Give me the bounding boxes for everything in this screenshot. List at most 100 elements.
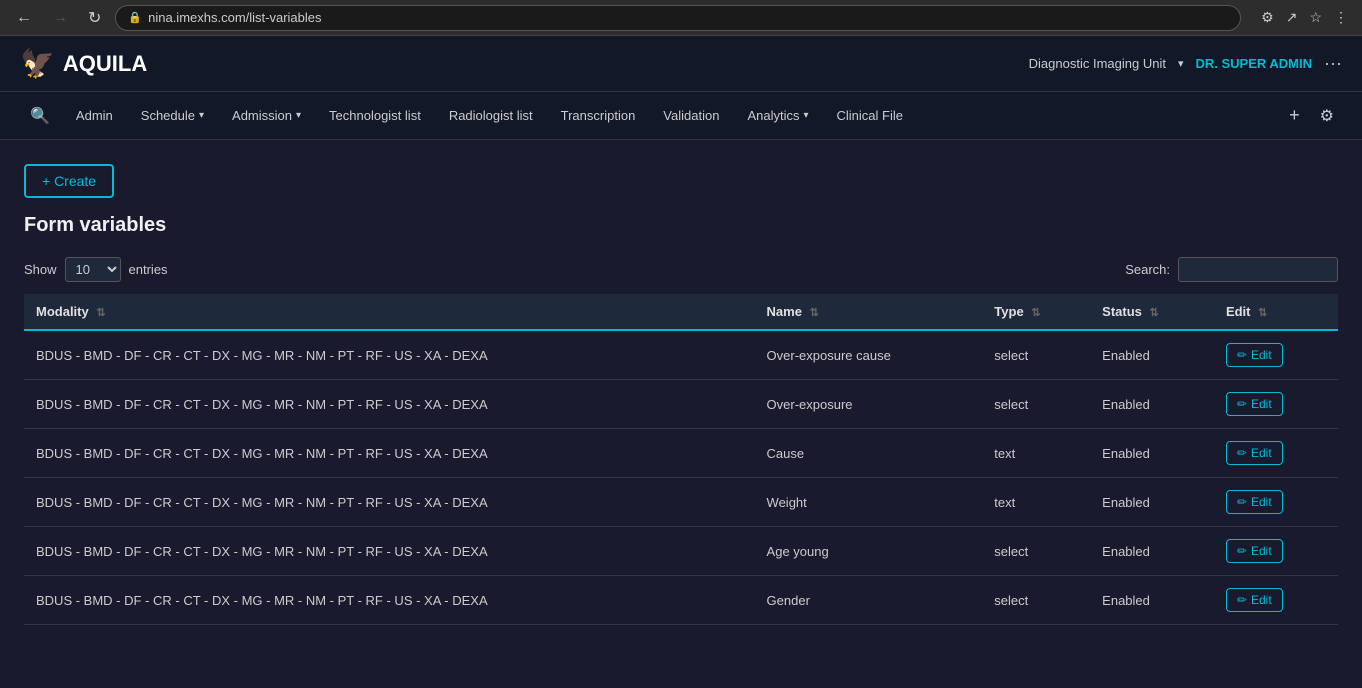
edit-button[interactable]: ✏ Edit xyxy=(1226,490,1283,514)
cell-name: Over-exposure cause xyxy=(755,330,983,380)
logo-icon: 🦅 xyxy=(20,47,55,80)
data-table: Modality ⇅ Name ⇅ Type ⇅ Status ⇅ Edit xyxy=(24,294,1338,625)
cell-type: select xyxy=(982,527,1090,576)
table-row: BDUS - BMD - DF - CR - CT - DX - MG - MR… xyxy=(24,478,1338,527)
cell-name: Over-exposure xyxy=(755,380,983,429)
cell-status: Enabled xyxy=(1090,380,1214,429)
cell-modality: BDUS - BMD - DF - CR - CT - DX - MG - MR… xyxy=(24,478,755,527)
forward-button[interactable]: → xyxy=(46,5,74,31)
url-text: nina.imexhs.com/list-variables xyxy=(148,10,321,25)
nav-item-schedule[interactable]: Schedule ▾ xyxy=(129,92,216,140)
edit-pencil-icon: ✏ xyxy=(1237,593,1247,607)
cell-type: text xyxy=(982,478,1090,527)
cell-name: Weight xyxy=(755,478,983,527)
user-name: DR. SUPER ADMIN xyxy=(1195,56,1312,71)
col-status[interactable]: Status ⇅ xyxy=(1090,294,1214,330)
lock-icon: 🔒 xyxy=(128,11,142,24)
user-menu-button[interactable]: ··· xyxy=(1324,53,1342,74)
cell-status: Enabled xyxy=(1090,429,1214,478)
edit-button[interactable]: ✏ Edit xyxy=(1226,392,1283,416)
name-sort-icon: ⇅ xyxy=(810,307,819,319)
table-row: BDUS - BMD - DF - CR - CT - DX - MG - MR… xyxy=(24,330,1338,380)
cell-status: Enabled xyxy=(1090,478,1214,527)
search-control: Search: xyxy=(1125,257,1338,282)
cell-status: Enabled xyxy=(1090,527,1214,576)
cell-name: Cause xyxy=(755,429,983,478)
table-row: BDUS - BMD - DF - CR - CT - DX - MG - MR… xyxy=(24,429,1338,478)
edit-pencil-icon: ✏ xyxy=(1237,544,1247,558)
browser-actions: ⚙ ↗ ☆ ⋮ xyxy=(1257,5,1352,30)
bookmark-button[interactable]: ☆ xyxy=(1305,5,1326,30)
cell-name: Gender xyxy=(755,576,983,625)
entries-select[interactable]: 10 25 50 100 xyxy=(65,257,121,282)
cell-modality: BDUS - BMD - DF - CR - CT - DX - MG - MR… xyxy=(24,429,755,478)
modality-sort-icon: ⇅ xyxy=(96,307,105,319)
cell-modality: BDUS - BMD - DF - CR - CT - DX - MG - MR… xyxy=(24,380,755,429)
logo: 🦅 AQUILA xyxy=(20,47,147,80)
logo-text: AQUILA xyxy=(63,51,147,77)
cell-status: Enabled xyxy=(1090,330,1214,380)
nav-item-technologist-list[interactable]: Technologist list xyxy=(317,92,433,140)
more-button[interactable]: ⋮ xyxy=(1330,5,1352,30)
show-entries-control: Show 10 25 50 100 entries xyxy=(24,257,168,282)
admission-caret-icon: ▾ xyxy=(296,110,301,121)
nav-item-clinical-file[interactable]: Clinical File xyxy=(825,92,915,140)
analytics-caret-icon: ▾ xyxy=(803,110,808,121)
edit-pencil-icon: ✏ xyxy=(1237,446,1247,460)
nav-search-icon[interactable]: 🔍 xyxy=(20,106,60,126)
table-row: BDUS - BMD - DF - CR - CT - DX - MG - MR… xyxy=(24,576,1338,625)
type-sort-icon: ⇅ xyxy=(1031,307,1040,319)
edit-pencil-icon: ✏ xyxy=(1237,397,1247,411)
search-input[interactable] xyxy=(1178,257,1338,282)
edit-pencil-icon: ✏ xyxy=(1237,495,1247,509)
edit-pencil-icon: ✏ xyxy=(1237,348,1247,362)
address-bar[interactable]: 🔒 nina.imexhs.com/list-variables xyxy=(115,5,1241,31)
create-button[interactable]: + Create xyxy=(24,164,114,198)
nav-item-admin[interactable]: Admin xyxy=(64,92,125,140)
cell-edit: ✏ Edit xyxy=(1214,429,1338,478)
cell-modality: BDUS - BMD - DF - CR - CT - DX - MG - MR… xyxy=(24,576,755,625)
cell-edit: ✏ Edit xyxy=(1214,330,1338,380)
extensions-button[interactable]: ⚙ xyxy=(1257,5,1278,30)
nav-item-analytics[interactable]: Analytics ▾ xyxy=(735,92,820,140)
cell-edit: ✏ Edit xyxy=(1214,478,1338,527)
show-label: Show xyxy=(24,262,57,277)
col-modality[interactable]: Modality ⇅ xyxy=(24,294,755,330)
edit-button[interactable]: ✏ Edit xyxy=(1226,441,1283,465)
col-type[interactable]: Type ⇅ xyxy=(982,294,1090,330)
page-title: Form variables xyxy=(24,214,1338,237)
status-sort-icon: ⇅ xyxy=(1150,307,1159,319)
nav-bar: 🔍 Admin Schedule ▾ Admission ▾ Technolog… xyxy=(0,92,1362,140)
edit-button[interactable]: ✏ Edit xyxy=(1226,343,1283,367)
nav-item-validation[interactable]: Validation xyxy=(651,92,731,140)
table-header-row: Modality ⇅ Name ⇅ Type ⇅ Status ⇅ Edit xyxy=(24,294,1338,330)
reload-button[interactable]: ↻ xyxy=(82,4,107,32)
cell-modality: BDUS - BMD - DF - CR - CT - DX - MG - MR… xyxy=(24,527,755,576)
cell-type: text xyxy=(982,429,1090,478)
cell-status: Enabled xyxy=(1090,576,1214,625)
table-row: BDUS - BMD - DF - CR - CT - DX - MG - MR… xyxy=(24,527,1338,576)
edit-button[interactable]: ✏ Edit xyxy=(1226,588,1283,612)
edit-button[interactable]: ✏ Edit xyxy=(1226,539,1283,563)
col-edit[interactable]: Edit ⇅ xyxy=(1214,294,1338,330)
col-name[interactable]: Name ⇅ xyxy=(755,294,983,330)
nav-item-transcription[interactable]: Transcription xyxy=(549,92,648,140)
cell-modality: BDUS - BMD - DF - CR - CT - DX - MG - MR… xyxy=(24,330,755,380)
browser-chrome: ← → ↻ 🔒 nina.imexhs.com/list-variables ⚙… xyxy=(0,0,1362,36)
back-button[interactable]: ← xyxy=(10,5,38,31)
nav-plus-button[interactable]: + xyxy=(1281,105,1308,126)
schedule-caret-icon: ▾ xyxy=(199,110,204,121)
main-content: + Create Form variables Show 10 25 50 10… xyxy=(0,140,1362,688)
app-header: 🦅 AQUILA Diagnostic Imaging Unit ▾ DR. S… xyxy=(0,36,1362,92)
nav-item-radiologist-list[interactable]: Radiologist list xyxy=(437,92,545,140)
nav-gear-icon[interactable]: ⚙ xyxy=(1312,106,1342,126)
entries-label: entries xyxy=(129,262,168,277)
facility-dropdown-icon[interactable]: ▾ xyxy=(1178,57,1184,70)
nav-item-admission[interactable]: Admission ▾ xyxy=(220,92,313,140)
cell-type: select xyxy=(982,380,1090,429)
header-right: Diagnostic Imaging Unit ▾ DR. SUPER ADMI… xyxy=(1029,53,1342,74)
table-row: BDUS - BMD - DF - CR - CT - DX - MG - MR… xyxy=(24,380,1338,429)
facility-name: Diagnostic Imaging Unit xyxy=(1029,56,1166,71)
share-button[interactable]: ↗ xyxy=(1282,5,1302,30)
cell-edit: ✏ Edit xyxy=(1214,527,1338,576)
